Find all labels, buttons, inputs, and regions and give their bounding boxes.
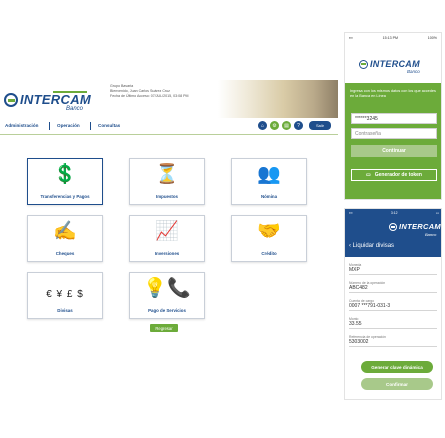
continue-button[interactable]: Continuar (351, 145, 437, 157)
header-photo (218, 80, 338, 118)
help-icon[interactable]: ? (294, 121, 303, 130)
nav-item-operacion[interactable]: Operación (57, 123, 80, 128)
tile-label: Impuestos (156, 194, 178, 199)
nav-divider (90, 122, 91, 130)
investment-chart-icon: 📈 (155, 221, 179, 242)
nav-divider-line (0, 134, 338, 135)
intercam-logo-mark-icon (389, 222, 397, 231)
tile-inversiones[interactable]: 📈 Inversiones (129, 215, 205, 262)
logo-brand: INTERCAM (370, 59, 420, 69)
tile-label: Pago de Servicios (148, 308, 186, 313)
field-operacion: Número de la operación ABC482 (349, 281, 437, 293)
status-bar: ▪▪▪ 15:13 PM 100% (345, 33, 441, 43)
tile-nomina[interactable]: 👥 Nómina (231, 158, 307, 205)
signal-icon: ▪▪▪ (349, 36, 353, 40)
mobile-fx-screen: ▪▪▪ 3:12 ▭ INTERCAM Banco ‹ Liquidar div… (344, 208, 442, 400)
nav-divider (49, 122, 50, 130)
login-panel: Ingresa con los mismos datos con los que… (345, 83, 441, 199)
field-referencia: Referencia de operación 5303002 (349, 335, 437, 347)
tile-credito[interactable]: 🤝 Crédito (231, 215, 307, 262)
field-value: 5303002 (349, 339, 437, 347)
tile-cheques[interactable]: ✍ Cheques (27, 215, 103, 262)
logo-brand: INTERCAM (20, 92, 92, 107)
login-intro: Ingresa con los mismos datos con los que… (350, 89, 436, 98)
token-generator-button[interactable]: ▭ Generador de token (351, 169, 437, 181)
signal-icon: ▪▪▪ (349, 211, 353, 215)
intercam-logo-mark-icon (359, 59, 368, 69)
mobile-login-screen: ▪▪▪ 15:13 PM 100% INTERCAM Banco Ingresa… (344, 32, 442, 200)
intercam-logo: INTERCAM (389, 222, 441, 231)
intercam-logo: INTERCAM (359, 59, 420, 69)
hand-dollar-icon: 💲 (53, 164, 77, 185)
tile-pago-servicios[interactable]: 💡📞 Pago de Servicios (129, 272, 205, 319)
app-header: ▪▪▪ 3:12 ▭ INTERCAM Banco ‹ Liquidar div… (345, 209, 441, 257)
field-moneda: Moneda MXP (349, 263, 437, 275)
battery-level: 100% (427, 36, 437, 40)
field-value: MXP (349, 267, 437, 275)
currency-icon: € ¥ £ $ (46, 289, 84, 300)
tile-label: Nómina (260, 194, 278, 199)
field-value: 0007 ***791-031-3 (349, 303, 437, 311)
field-cuenta: Cuenta de cargo 0007 ***791-031-3 (349, 299, 437, 311)
tile-transferencias[interactable]: 💲 Transferencias y Pagos (27, 158, 103, 205)
token-icon: ▭ (366, 172, 371, 178)
tile-label: Divisas (57, 308, 73, 313)
logo-brand: INTERCAM (399, 222, 441, 231)
home-icon[interactable]: ⌂ (258, 121, 267, 130)
back-button[interactable]: Regresar (150, 324, 178, 332)
field-value: 33.55 (349, 321, 437, 329)
field-monto: Monto 33.55 (349, 317, 437, 329)
credit-hand-icon: 🤝 (257, 221, 281, 242)
payroll-icon: 👥 (257, 164, 281, 185)
tile-label: Crédito (261, 251, 277, 256)
nav-item-consultas[interactable]: Consultas (98, 123, 120, 128)
exit-button[interactable]: Salir (309, 121, 331, 130)
status-bar: ▪▪▪ 3:12 ▭ (345, 209, 441, 217)
desktop-screen: INTERCAM Banco Grupo Bavaria Bienvenido,… (0, 80, 338, 340)
logo-brand-sub: Banco (425, 232, 437, 237)
nav-active-indicator (53, 91, 87, 93)
tile-label: Cheques (55, 251, 75, 256)
password-field[interactable] (351, 128, 437, 139)
funnel-dollar-icon: ⏳ (155, 164, 179, 185)
tile-label: Transferencias y Pagos (40, 194, 90, 199)
tile-impuestos[interactable]: ⏳ Impuestos (129, 158, 205, 205)
desktop-header: INTERCAM Banco Grupo Bavaria Bienvenido,… (0, 80, 338, 118)
user-info: Grupo Bavaria Bienvenido, Juan Carlos Su… (110, 84, 189, 99)
user-field[interactable] (351, 113, 437, 124)
last-access: Fecha de Último Acceso: 07/JUL/2015, 03:… (110, 94, 189, 98)
nav-item-administracion[interactable]: Administración (5, 123, 38, 128)
status-time: 15:13 PM (382, 36, 398, 40)
utilities-icon: 💡📞 (143, 278, 191, 299)
tile-divisas[interactable]: € ¥ £ $ Divisas (27, 272, 103, 319)
confirm-button[interactable]: Confirmar (361, 378, 433, 390)
settings-icon[interactable]: ⚙ (270, 121, 279, 130)
logo-brand-sub: Banco (407, 69, 420, 74)
token-label: Generador de token (374, 172, 422, 178)
print-icon[interactable]: ▤ (282, 121, 291, 130)
intercam-logo: INTERCAM (4, 92, 91, 107)
battery-icon: ▭ (435, 211, 439, 215)
intercam-logo-mark-icon (4, 92, 18, 107)
cheque-icon: ✍ (53, 221, 77, 242)
logo-brand-sub: Banco (66, 106, 84, 112)
screen-title[interactable]: ‹ Liquidar divisas (349, 243, 394, 249)
screen-title-text: Liquidar divisas (352, 243, 395, 249)
status-time: 3:12 (390, 211, 398, 215)
generate-dynamic-key-button[interactable]: Generar clave dinámica (361, 361, 433, 373)
field-value: ABC482 (349, 285, 437, 293)
tile-label: Inversiones (154, 251, 180, 256)
